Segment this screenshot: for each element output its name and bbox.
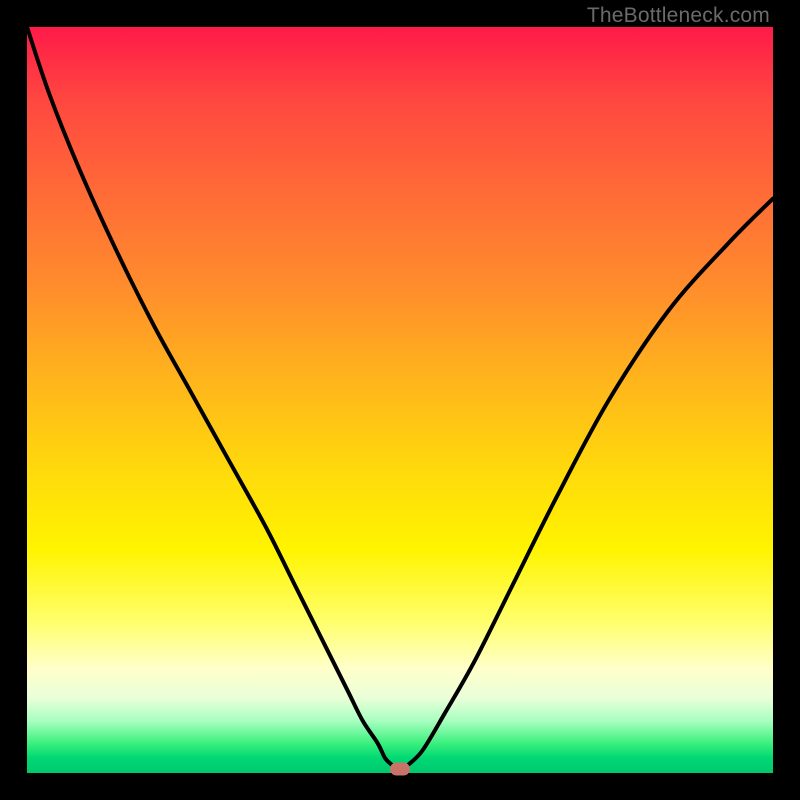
- plot-area: [27, 27, 773, 773]
- watermark-text: TheBottleneck.com: [587, 4, 770, 28]
- optimum-marker: [390, 763, 410, 776]
- curve-path: [27, 27, 773, 773]
- bottleneck-curve: [27, 27, 773, 773]
- chart-frame: TheBottleneck.com: [0, 0, 800, 800]
